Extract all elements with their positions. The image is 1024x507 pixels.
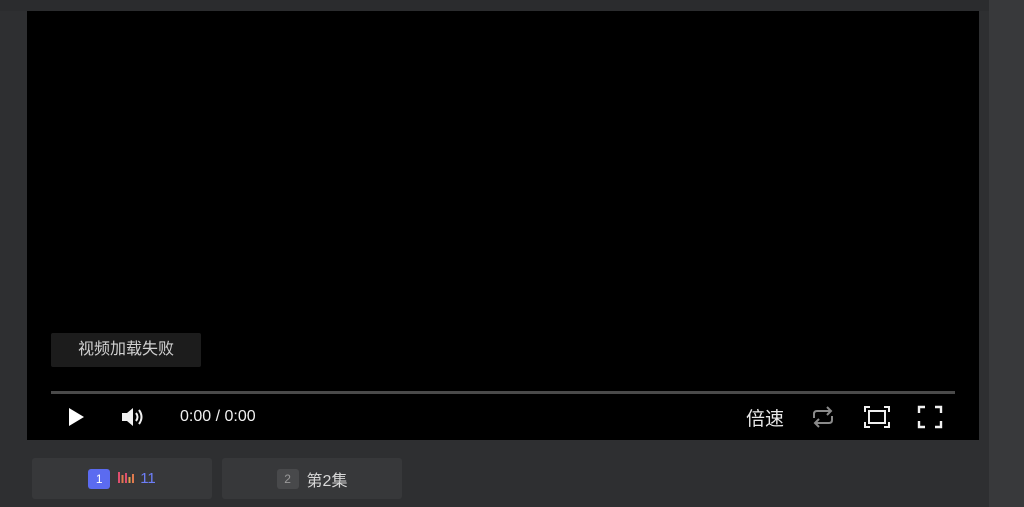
- speed-button[interactable]: 倍速: [743, 401, 787, 433]
- volume-icon: [122, 408, 143, 426]
- web-fullscreen-button[interactable]: [862, 401, 892, 433]
- play-button[interactable]: [65, 401, 87, 433]
- control-bar: 0:00 / 0:00 倍速: [51, 401, 955, 433]
- time-display: 0:00 / 0:00: [180, 408, 256, 425]
- top-bar: [0, 0, 1024, 11]
- video-player[interactable]: 视频加载失败 0:00 / 0:00 倍速: [27, 11, 979, 440]
- episode-item-2[interactable]: 2 第2集: [222, 458, 402, 499]
- progress-bar[interactable]: [51, 391, 955, 394]
- play-icon: [69, 408, 84, 426]
- episode-number: 2: [276, 468, 299, 489]
- webfullscreen-icon: [864, 406, 890, 428]
- error-message: 视频加载失败: [51, 333, 201, 367]
- side-panel-edge: [989, 0, 1024, 507]
- episode-label: 第2集: [306, 472, 348, 490]
- loop-button[interactable]: [808, 401, 838, 433]
- episode-item-1[interactable]: 1 11: [32, 458, 212, 499]
- volume-button[interactable]: [121, 401, 147, 433]
- fullscreen-icon: [917, 405, 943, 429]
- loop-icon: [813, 406, 833, 428]
- fullscreen-button[interactable]: [915, 401, 945, 433]
- episode-label: 11: [140, 470, 156, 487]
- now-playing-icon: [118, 470, 135, 488]
- episode-number: 1: [88, 468, 111, 489]
